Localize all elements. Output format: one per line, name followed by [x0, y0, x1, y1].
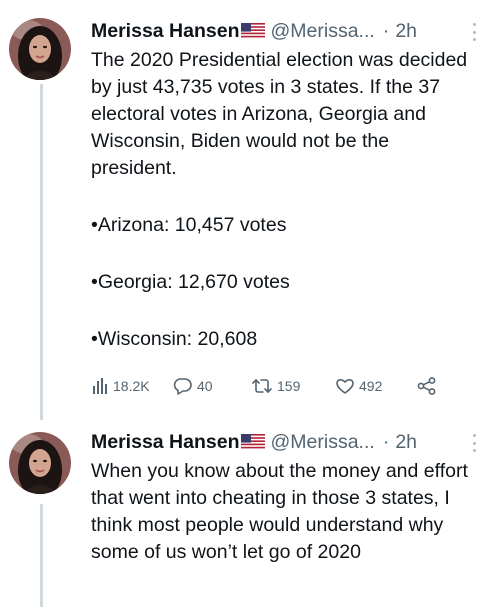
- retweet-count: 159: [277, 378, 301, 394]
- avatar[interactable]: [9, 432, 71, 494]
- author-handle[interactable]: @Merissa...: [271, 430, 375, 454]
- tweet-paragraph: The 2020 Presidential election was decid…: [91, 49, 468, 179]
- tweet[interactable]: Merissa Hansen @Merissa... · 2h When you…: [0, 420, 493, 607]
- tweet-text: The 2020 Presidential election was decid…: [91, 47, 473, 353]
- retweet-icon: [251, 377, 273, 395]
- reply-bubble-icon: [173, 377, 193, 395]
- us-flag-icon: [240, 23, 265, 39]
- views-count: 18.2K: [113, 378, 150, 394]
- retweet-button[interactable]: 159: [251, 372, 300, 400]
- tweet-timestamp[interactable]: 2h: [395, 19, 417, 43]
- share-icon: [417, 377, 437, 395]
- tweet-paragraph: •Arizona: 10,457 votes: [91, 214, 287, 236]
- heart-icon: [335, 377, 355, 395]
- more-options-icon[interactable]: [467, 434, 481, 452]
- separator-dot: ·: [382, 431, 390, 453]
- bar-chart-icon: [91, 377, 109, 395]
- author-name[interactable]: Merissa Hansen: [91, 19, 240, 43]
- tweet-header: Merissa Hansen @Merissa... · 2h: [91, 430, 483, 454]
- avatar[interactable]: [9, 18, 71, 80]
- tweet-header: Merissa Hansen @Merissa... · 2h: [91, 19, 483, 43]
- like-button[interactable]: 492: [335, 372, 382, 400]
- reply-button[interactable]: 40: [173, 372, 213, 400]
- tweet[interactable]: Merissa Hansen @Merissa... · 2h The 2020…: [0, 0, 493, 420]
- tweet-paragraph: •Georgia: 12,670 votes: [91, 271, 290, 293]
- views-button[interactable]: 18.2K: [91, 372, 150, 400]
- thread-connector-line: [40, 504, 43, 607]
- more-options-icon[interactable]: [467, 23, 481, 41]
- separator-dot: ·: [382, 20, 390, 42]
- like-count: 492: [359, 378, 383, 394]
- tweet-timestamp[interactable]: 2h: [395, 430, 417, 454]
- share-button[interactable]: [417, 372, 437, 400]
- author-name[interactable]: Merissa Hansen: [91, 430, 240, 454]
- tweet-paragraph: •Wisconsin: 20,608: [91, 328, 258, 350]
- tweet-paragraph: When you know about the money and effort…: [91, 460, 468, 563]
- reply-count: 40: [197, 378, 213, 394]
- author-handle[interactable]: @Merissa...: [271, 19, 375, 43]
- thread-connector-line: [40, 84, 43, 420]
- us-flag-icon: [240, 434, 265, 450]
- tweet-text: When you know about the money and effort…: [91, 458, 473, 566]
